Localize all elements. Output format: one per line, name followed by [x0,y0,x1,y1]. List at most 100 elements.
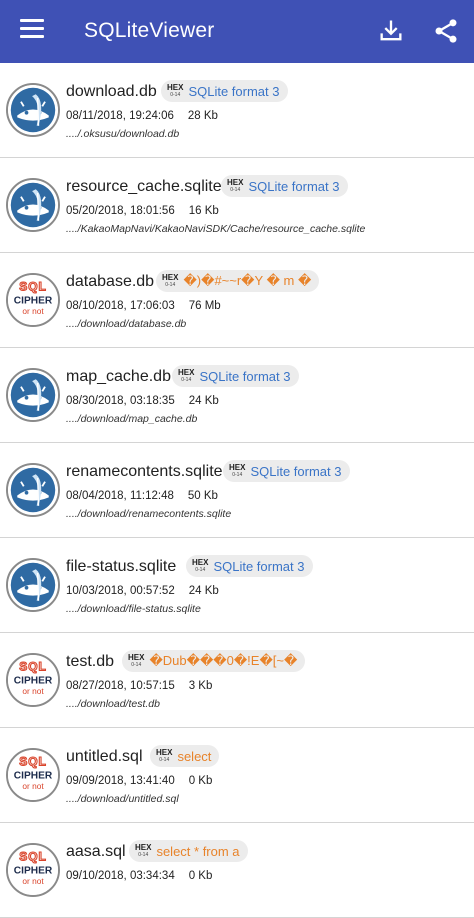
sqlite-android-icon [6,558,60,612]
file-path: ..../download/renamecontents.sqlite [66,508,232,520]
sqlcipher-icon: SQL CIPHER or not [6,748,60,802]
hex-icon: HEX 0-14 [227,179,243,193]
sqlite-android-icon [6,463,60,517]
hex-range: 0-14 [165,282,176,288]
hex-range: 0-14 [159,757,170,763]
file-size: 24 Kb [188,585,219,597]
file-path: ..../download/database.db [66,318,187,330]
sqlite-android-icon [6,83,60,137]
file-signature: SQLite format 3 [250,463,342,479]
sqlcipher-logo-line1: SQL [19,280,46,294]
file-signature: SQLite format 3 [213,558,305,574]
sqlcipher-logo-line3: or not [22,686,44,696]
sqlcipher-icon: SQL CIPHER or not [6,843,60,897]
sqlcipher-logo-line3: or not [22,306,44,316]
hex-icon: HEX 0-14 [167,84,183,98]
hex-range: 0-14 [181,377,192,383]
sqlite-android-icon [6,368,60,422]
hex-range: 0-14 [230,187,241,193]
file-path: ..../download/untitled.sql [66,793,179,805]
file-path: ..../KakaoMapNavi/KakaoNaviSDK/Cache/res… [66,223,366,235]
file-date: 08/27/2018, 10:57:15 [66,680,175,692]
hex-range: 0-14 [232,472,243,478]
file-row[interactable]: SQL CIPHER or not untitled.sql HEX 0-14 select… [0,728,474,823]
file-row[interactable]: SQL CIPHER or not database.db HEX 0-14 �)�#~~r… [0,253,474,348]
file-row[interactable]: map_cache.db HEX 0-14 SQLite format 3 08/30/… [0,348,474,443]
file-size: 0 Kb [188,870,213,882]
hex-label: HEX [178,368,195,377]
hex-signature-badge[interactable]: HEX 0-14 �Dub���0�!E�[~� [122,650,306,672]
hex-range: 0-14 [138,852,149,858]
hex-range: 0-14 [195,567,206,573]
hex-icon: HEX 0-14 [178,369,194,383]
file-row[interactable]: SQL CIPHER or not aasa.sql HEX 0-14 select * f… [0,823,474,918]
hex-label: HEX [192,558,209,567]
file-row[interactable]: file-status.sqlite HEX 0-14 SQLite format 3… [0,538,474,633]
hex-signature-badge[interactable]: HEX 0-14 select * from a [129,840,248,862]
file-row[interactable]: SQL CIPHER or not test.db HEX 0-14 �Dub���0�!E… [0,633,474,728]
file-path: ..../download/test.db [66,698,160,710]
hex-label: HEX [156,748,173,757]
file-name: file-status.sqlite [66,558,177,575]
sqlcipher-logo-line1: SQL [19,755,46,769]
hex-signature-badge[interactable]: HEX 0-14 SQLite format 3 [223,460,350,482]
hex-label: HEX [229,463,246,472]
sqlcipher-logo-line3: or not [22,876,44,886]
file-name: download.db [66,83,157,100]
file-date: 08/04/2018, 11:12:48 [66,490,174,502]
file-row[interactable]: resource_cache.sqlite HEX 0-14 SQLite forma… [0,158,474,253]
file-list: download.db HEX 0-14 SQLite format 3 08/11/2… [0,63,474,918]
hex-signature-badge[interactable]: HEX 0-14 �)�#~~r�Y � m � [156,270,320,292]
sqlcipher-icon: SQL CIPHER or not [6,653,60,707]
file-meta: 08/10/2018, 17:06:03 76 Mb [66,300,221,312]
hex-icon: HEX 0-14 [192,559,208,573]
menu-icon[interactable] [20,19,44,41]
file-name: database.db [66,273,155,290]
file-row[interactable]: download.db HEX 0-14 SQLite format 3 08/11/2… [0,63,474,158]
hex-icon: HEX 0-14 [156,749,172,763]
hex-range: 0-14 [170,92,181,98]
hex-signature-badge[interactable]: HEX 0-14 SQLite format 3 [161,80,288,102]
file-signature: SQLite format 3 [199,368,291,384]
hex-icon: HEX 0-14 [135,844,151,858]
file-meta: 09/10/2018, 03:34:34 0 Kb [66,870,212,882]
file-date: 08/10/2018, 17:06:03 [66,300,175,312]
hex-signature-badge[interactable]: HEX 0-14 SQLite format 3 [172,365,299,387]
hex-signature-badge[interactable]: HEX 0-14 SQLite format 3 [186,555,313,577]
app-title: SQLiteViewer [84,19,215,42]
hex-label: HEX [135,843,152,852]
hex-label: HEX [162,273,179,282]
file-signature: �Dub���0�!E�[~� [149,653,298,668]
hex-icon: HEX 0-14 [229,464,245,478]
hex-label: HEX [128,653,145,662]
file-path: ..../download/map_cache.db [66,413,198,425]
file-meta: 08/04/2018, 11:12:48 50 Kb [66,490,218,502]
file-name: aasa.sql [66,843,126,860]
file-path: ..../.oksusu/download.db [66,128,180,140]
file-size: 24 Kb [188,395,219,407]
file-name: resource_cache.sqlite [66,178,222,195]
file-date: 05/20/2018, 18:01:56 [66,205,175,217]
file-date: 09/09/2018, 13:41:40 [66,775,175,787]
file-row[interactable]: renamecontents.sqlite HEX 0-14 SQLite forma… [0,443,474,538]
hex-signature-badge[interactable]: HEX 0-14 SQLite format 3 [221,175,348,197]
share-icon[interactable] [432,17,460,45]
sqlite-android-icon [6,178,60,232]
file-size: 0 Kb [188,775,213,787]
file-meta: 10/03/2018, 00:57:52 24 Kb [66,585,219,597]
file-date: 10/03/2018, 00:57:52 [66,585,175,597]
file-size: 50 Kb [187,490,218,502]
download-icon[interactable] [377,17,405,45]
hex-icon: HEX 0-14 [128,654,144,668]
hex-signature-badge[interactable]: HEX 0-14 select [150,745,220,767]
file-size: 76 Mb [188,300,221,312]
file-date: 08/11/2018, 19:24:06 [66,110,174,122]
file-signature: SQLite format 3 [248,178,340,194]
hex-range: 0-14 [131,662,142,668]
file-meta: 08/11/2018, 19:24:06 28 Kb [66,110,218,122]
file-signature: SQLite format 3 [188,83,280,99]
hex-icon: HEX 0-14 [162,274,178,288]
file-meta: 09/09/2018, 13:41:40 0 Kb [66,775,212,787]
sqlcipher-logo-line3: or not [22,781,44,791]
sqlcipher-logo-line1: SQL [19,850,46,864]
